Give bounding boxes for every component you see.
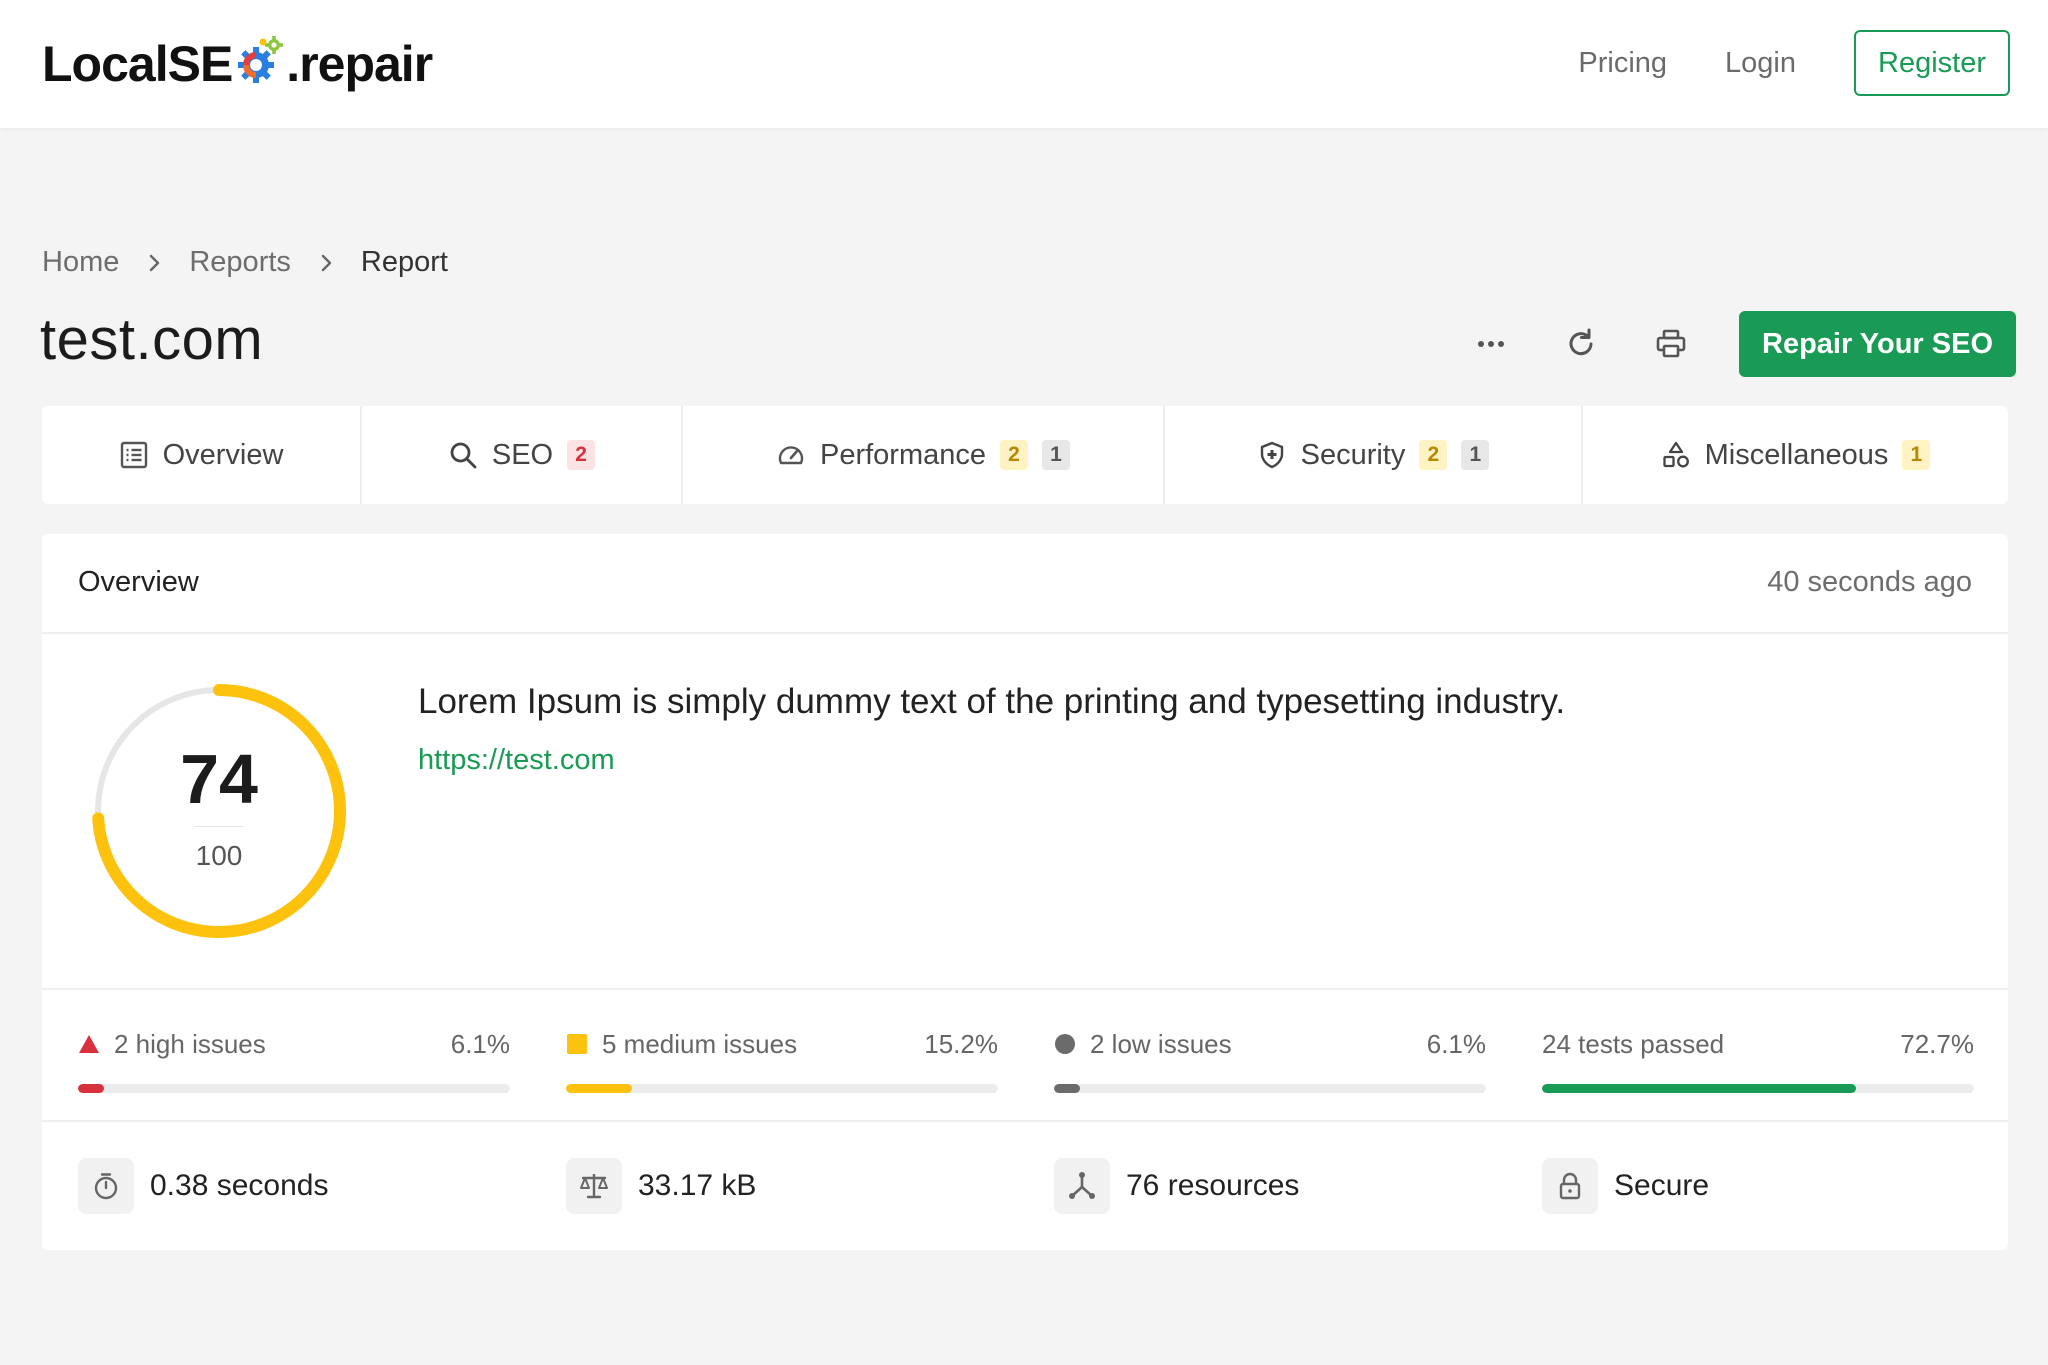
issue-label: 2 low issues bbox=[1090, 1028, 1232, 1059]
stat-text: 0.38 seconds bbox=[150, 1169, 329, 1202]
stat-text: 33.17 kB bbox=[638, 1169, 757, 1202]
more-options-button[interactable] bbox=[1465, 318, 1517, 370]
print-button[interactable] bbox=[1645, 318, 1697, 370]
issue-percent: 6.1% bbox=[1426, 1028, 1486, 1059]
stat-page-size: 33.17 kB bbox=[566, 1158, 756, 1214]
tab-label: SEO bbox=[491, 438, 554, 471]
issue-progress-fill bbox=[1054, 1084, 1081, 1093]
repair-your-seo-button[interactable]: Repair Your SEO bbox=[1739, 311, 2016, 377]
stat-icon-box bbox=[566, 1158, 622, 1214]
shield-icon bbox=[1260, 441, 1283, 469]
nav-links: Pricing Login Register bbox=[1578, 30, 2010, 96]
tab-overview[interactable]: Overview bbox=[42, 406, 362, 504]
issue-label: 24 tests passed bbox=[1542, 1028, 1725, 1059]
issue-medium: 5 medium issues 15.2% bbox=[566, 1024, 998, 1093]
high-issues-badge: 2 bbox=[567, 440, 596, 470]
report-timestamp: 40 seconds ago bbox=[1767, 566, 1972, 598]
register-button[interactable]: Register bbox=[1854, 30, 2010, 96]
issue-high: 2 high issues 6.1% bbox=[78, 1024, 510, 1093]
logo-text-end: .repair bbox=[286, 36, 433, 92]
tab-security[interactable]: Security 2 1 bbox=[1165, 406, 1583, 504]
site-description: Lorem Ipsum is simply dummy text of the … bbox=[418, 682, 1566, 721]
medium-issues-badge: 1 bbox=[1902, 440, 1931, 470]
breadcrumb-current: Report bbox=[360, 246, 448, 278]
breadcrumb: Home Reports Report bbox=[42, 246, 448, 279]
divider bbox=[42, 1120, 2008, 1122]
breadcrumb-home[interactable]: Home bbox=[42, 246, 119, 279]
logo-text-start: LocalSE bbox=[42, 36, 233, 92]
low-issues-badge: 1 bbox=[1042, 440, 1070, 470]
resources-icon bbox=[1069, 1172, 1095, 1199]
card-title: Overview bbox=[78, 566, 199, 598]
chevron-right-icon bbox=[321, 254, 332, 271]
issue-progress-fill bbox=[1542, 1084, 1857, 1093]
list-icon bbox=[120, 441, 147, 469]
medium-issues-badge: 2 bbox=[1000, 440, 1028, 470]
breadcrumb-reports[interactable]: Reports bbox=[189, 246, 291, 279]
page-title: test.com bbox=[40, 307, 264, 372]
pricing-link[interactable]: Pricing bbox=[1578, 47, 1667, 80]
tests-passed: 24 tests passed 72.7% bbox=[1542, 1024, 1974, 1093]
top-navbar: LocalSE .repair Pricing Login Register bbox=[0, 0, 2048, 128]
printer-icon bbox=[1656, 329, 1686, 358]
scale-icon bbox=[580, 1174, 608, 1199]
issue-percent: 6.1% bbox=[450, 1028, 510, 1059]
login-link[interactable]: Login bbox=[1725, 47, 1796, 80]
issue-label: 5 medium issues bbox=[602, 1028, 798, 1059]
search-icon bbox=[450, 442, 477, 469]
report-tabs: Overview SEO 2 Performance 2 1 Security … bbox=[42, 406, 2008, 504]
stat-resources: 76 resources bbox=[1054, 1158, 1299, 1214]
overview-card: Overview 40 seconds ago 74 100 Lorem Ips… bbox=[42, 534, 2008, 1250]
tab-miscellaneous[interactable]: Miscellaneous 1 bbox=[1583, 406, 2008, 504]
circle-icon bbox=[1055, 1034, 1075, 1054]
score-max: 100 bbox=[195, 840, 243, 871]
tab-label: Overview bbox=[162, 438, 284, 471]
divider bbox=[42, 988, 2008, 990]
timer-icon bbox=[94, 1173, 118, 1200]
stat-icon-box bbox=[78, 1158, 134, 1214]
refresh-icon bbox=[1569, 328, 1593, 356]
issue-progress-track bbox=[566, 1084, 998, 1093]
card-header: Overview 40 seconds ago bbox=[42, 534, 2008, 634]
speedometer-icon bbox=[778, 446, 804, 465]
issue-progress-fill bbox=[566, 1084, 632, 1093]
stat-load-time: 0.38 seconds bbox=[78, 1158, 328, 1214]
gear-logo-icon bbox=[238, 36, 284, 83]
issue-percent: 72.7% bbox=[1900, 1028, 1974, 1059]
tab-label: Miscellaneous bbox=[1704, 438, 1889, 471]
issue-progress-track bbox=[1542, 1084, 1974, 1093]
more-horizontal-icon bbox=[1478, 341, 1504, 347]
stat-security: Secure bbox=[1542, 1158, 1709, 1214]
shapes-icon bbox=[1662, 441, 1689, 468]
logo[interactable]: LocalSE .repair bbox=[42, 32, 433, 96]
tab-label: Performance bbox=[819, 438, 986, 471]
issue-label: 2 high issues bbox=[114, 1028, 266, 1059]
stat-icon-box bbox=[1054, 1158, 1110, 1214]
stat-icon-box bbox=[1542, 1158, 1598, 1214]
issue-progress-track bbox=[78, 1084, 510, 1093]
report-actions: Repair Your SEO bbox=[1465, 311, 2016, 377]
chevron-right-icon bbox=[150, 254, 160, 271]
stat-text: Secure bbox=[1614, 1169, 1710, 1202]
triangle-warning-icon bbox=[79, 1035, 99, 1053]
lock-icon bbox=[1559, 1172, 1581, 1200]
issue-progress-fill bbox=[78, 1084, 105, 1093]
site-url-link[interactable]: https://test.com bbox=[418, 744, 615, 777]
tab-label: Security bbox=[1300, 438, 1406, 471]
issue-low: 2 low issues 6.1% bbox=[1054, 1024, 1486, 1093]
refresh-button[interactable] bbox=[1555, 318, 1607, 370]
square-icon bbox=[567, 1034, 587, 1054]
score-divider bbox=[194, 826, 244, 827]
tab-performance[interactable]: Performance 2 1 bbox=[683, 406, 1165, 504]
medium-issues-badge: 2 bbox=[1419, 440, 1448, 470]
score-value: 74 bbox=[180, 740, 258, 818]
low-issues-badge: 1 bbox=[1461, 440, 1490, 470]
issue-progress-track bbox=[1054, 1084, 1486, 1093]
issue-percent: 15.2% bbox=[924, 1028, 998, 1059]
stat-text: 76 resources bbox=[1126, 1169, 1300, 1202]
tab-seo[interactable]: SEO 2 bbox=[362, 406, 683, 504]
